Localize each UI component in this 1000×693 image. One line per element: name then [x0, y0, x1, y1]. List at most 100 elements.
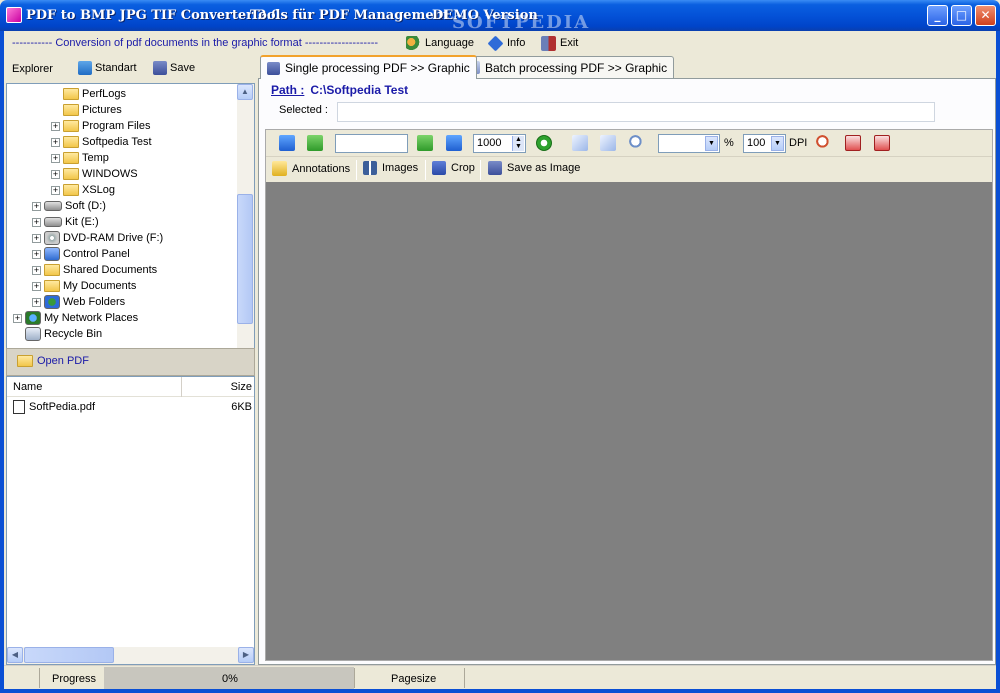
tree-item[interactable]: + Program Files — [51, 118, 150, 134]
file-list-horizontal-scrollbar[interactable]: ◀ ▶ — [7, 647, 254, 664]
annotation-icon — [272, 161, 287, 176]
file-list[interactable]: Name Size SoftPedia.pdf 6KB ◀ ▶ — [6, 376, 255, 665]
zoom-out-icon[interactable] — [629, 135, 645, 151]
tree-item[interactable]: + Control Panel — [32, 246, 130, 262]
scroll-up-button[interactable]: ▲ — [237, 84, 253, 100]
scroll-left-button[interactable]: ◀ — [7, 647, 23, 663]
expand-icon[interactable]: + — [32, 297, 41, 307]
column-size[interactable]: Size — [231, 381, 252, 393]
folder-icon — [63, 152, 79, 164]
tree-item[interactable]: + Kit (E:) — [32, 214, 99, 230]
column-name[interactable]: Name — [13, 381, 42, 393]
previous-page-icon[interactable] — [307, 135, 323, 151]
folder-icon — [63, 136, 79, 148]
standart-label: Standart — [95, 62, 137, 74]
file-list-header: Name Size — [7, 377, 254, 397]
crop-button[interactable]: Crop — [432, 161, 475, 175]
tree-item[interactable]: PerfLogs — [51, 86, 126, 102]
pdf-file-icon — [13, 400, 25, 414]
maximize-button[interactable]: □ — [951, 5, 972, 26]
pdf-viewer: 1000 ▲ ▼ ▼ % 100 ▼ DPI Annotations Image… — [265, 129, 993, 661]
pdf-preview-canvas[interactable] — [266, 182, 992, 660]
images-button[interactable]: Images — [363, 161, 418, 175]
language-button[interactable]: Language — [406, 35, 474, 51]
hscroll-thumb[interactable] — [24, 647, 114, 663]
info-button[interactable]: Info — [487, 35, 525, 51]
tree-item[interactable]: + Soft (D:) — [32, 198, 106, 214]
selected-field[interactable] — [337, 102, 935, 122]
tree-item[interactable]: Recycle Bin — [13, 326, 102, 342]
expand-icon[interactable]: + — [32, 249, 41, 259]
tree-item[interactable]: + Softpedia Test — [51, 134, 152, 150]
watermark-logo: SOFTPEDIA — [452, 12, 591, 33]
tree-item[interactable]: + WINDOWS — [51, 166, 138, 182]
close-button[interactable]: ✕ — [975, 5, 996, 26]
scroll-right-button[interactable]: ▶ — [238, 647, 254, 663]
recycle-icon — [25, 327, 41, 341]
app-icon — [6, 7, 22, 23]
exit-button[interactable]: Exit — [541, 35, 578, 51]
expand-icon[interactable]: + — [32, 201, 41, 211]
tree-item[interactable]: + Web Folders — [32, 294, 125, 310]
dpi-select[interactable]: 100 ▼ — [743, 134, 786, 153]
minimize-button[interactable]: _ — [927, 5, 948, 26]
tree-item[interactable]: + Temp — [51, 150, 109, 166]
chevron-down-icon[interactable]: ▼ — [705, 136, 718, 151]
app-subtitle: Tools für PDF Management — [250, 8, 450, 23]
processing-pane: Single processing PDF >> Graphic Batch p… — [258, 55, 996, 665]
progress-value: 0% — [222, 673, 238, 685]
path-label[interactable]: Path : — [271, 83, 304, 97]
tree-item-label: Temp — [82, 152, 109, 164]
tab-single-label: Single processing PDF >> Graphic — [285, 61, 470, 75]
tab-batch-label: Batch processing PDF >> Graphic — [485, 60, 668, 75]
tab-single-processing[interactable]: Single processing PDF >> Graphic — [260, 55, 477, 79]
zoom-stepper[interactable]: 1000 ▲ ▼ — [473, 134, 526, 153]
first-page-icon[interactable] — [279, 135, 295, 151]
expand-icon[interactable]: + — [51, 169, 60, 179]
file-row[interactable]: SoftPedia.pdf 6KB — [7, 399, 254, 415]
annotations-button[interactable]: Annotations — [272, 161, 350, 176]
expand-icon[interactable]: + — [32, 281, 41, 291]
folder-icon — [63, 168, 79, 180]
tree-item[interactable]: + My Network Places — [13, 310, 138, 326]
scroll-thumb[interactable] — [237, 194, 253, 324]
save-as-image-button[interactable]: Save as Image — [488, 161, 580, 175]
tree-item[interactable]: + My Documents — [32, 278, 136, 294]
next-page-icon[interactable] — [417, 135, 433, 151]
last-page-icon[interactable] — [446, 135, 462, 151]
spin-arrows-icon[interactable]: ▲ ▼ — [512, 136, 524, 151]
explorer-save-label: Save — [170, 62, 196, 74]
crop-icon — [432, 161, 446, 175]
rotate-left-icon[interactable] — [572, 135, 588, 151]
tree-item-label: Pictures — [82, 104, 122, 116]
explorer-save-button[interactable]: Save — [153, 61, 195, 75]
rotate-right-icon[interactable] — [600, 135, 616, 151]
expand-icon[interactable]: + — [51, 153, 60, 163]
expand-icon[interactable]: + — [13, 313, 22, 323]
expand-icon[interactable]: + — [32, 265, 41, 275]
expand-icon[interactable]: + — [51, 185, 60, 195]
tree-item[interactable]: Pictures — [51, 102, 122, 118]
tree-item-label: Web Folders — [63, 296, 126, 308]
tree-item-label: XSLog — [82, 184, 116, 196]
folder-icon — [44, 264, 60, 276]
expand-icon[interactable]: + — [32, 233, 41, 243]
fit-width-icon[interactable] — [874, 135, 890, 151]
tab-batch-processing[interactable]: Batch processing PDF >> Graphic — [457, 56, 675, 78]
expand-icon[interactable]: + — [51, 137, 60, 147]
expand-icon[interactable]: + — [32, 217, 41, 227]
page-number-input[interactable] — [335, 134, 408, 153]
tree-item[interactable]: + XSLog — [51, 182, 115, 198]
fit-page-icon[interactable] — [845, 135, 861, 151]
tree-item[interactable]: + Shared Documents — [32, 262, 157, 278]
tree-add-icon — [78, 61, 92, 75]
tree-item[interactable]: + DVD-RAM Drive (F:) — [32, 230, 163, 246]
standart-button[interactable]: Standart — [78, 61, 137, 75]
scale-select[interactable]: ▼ — [658, 134, 720, 153]
tree-item-label: Program Files — [82, 120, 151, 132]
zoom-in-icon[interactable] — [816, 135, 832, 151]
expand-icon[interactable]: + — [51, 121, 60, 131]
go-icon[interactable] — [536, 135, 552, 151]
open-pdf-button[interactable]: Open PDF — [17, 355, 89, 367]
chevron-down-icon[interactable]: ▼ — [771, 136, 784, 151]
